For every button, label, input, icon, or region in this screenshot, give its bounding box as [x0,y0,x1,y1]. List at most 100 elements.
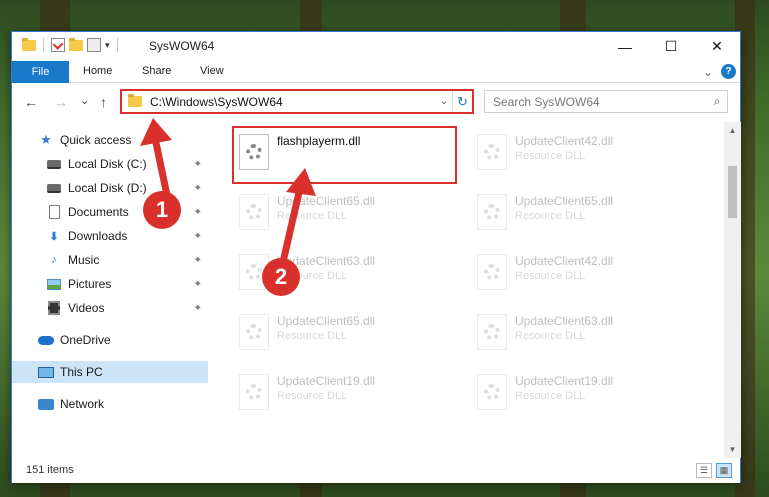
item-count: 151 items [26,464,74,476]
address-bar[interactable]: C:\Windows\SysWOW64 ⌄ ↻ [120,89,474,114]
file-type: Resource DLL [277,210,348,222]
sidebar-item-label: Network [60,397,105,411]
pin-icon[interactable]: ✦ [194,183,202,194]
pin-icon[interactable]: ✦ [194,159,202,170]
file-name: UpdateClient19.dll [277,374,376,388]
sidebar-item-downloads[interactable]: ⬇ Downloads ✦ [12,225,208,247]
list-item[interactable]: UpdateClient19.dll Resource DLL [233,368,463,420]
sidebar-item-pictures[interactable]: Pictures ✦ [12,273,208,295]
folder-icon [128,94,142,107]
dll-file-icon [239,314,269,350]
file-item-flashplayerm[interactable]: flashplayerm.dll [233,128,463,180]
back-arrow-icon[interactable]: ← [24,94,38,110]
ribbon-controls: ⌄ ? [703,64,736,79]
qa-dropdown-icon[interactable]: ▾ [105,40,110,51]
forward-arrow-icon[interactable]: → [54,94,68,110]
scroll-up-icon[interactable]: ▲ [724,122,741,139]
list-item[interactable]: UpdateClient42.dll Resource DLL [471,248,701,300]
disk-icon [46,157,62,171]
minimize-button[interactable]: — [602,32,648,61]
quick-access-toolbar: ▾ [22,37,121,52]
sidebar-item-label: This PC [60,365,103,379]
sidebar-item-this-pc[interactable]: This PC [12,361,208,383]
sidebar-item-local-disk-c[interactable]: Local Disk (C:) ✦ [12,153,208,175]
dll-file-icon [239,374,269,410]
divider [116,38,118,52]
network-icon [38,397,54,411]
recent-locations-icon[interactable]: ⌄ [80,94,89,107]
new-folder-icon[interactable] [69,37,83,51]
list-item[interactable]: UpdateClient65.dll Resource DLL [233,188,463,240]
list-item[interactable]: UpdateClient63.dll Resource DLL [471,308,701,360]
tab-home[interactable]: Home [83,65,112,77]
sidebar-item-quick-access[interactable]: ★ Quick access [12,129,208,151]
star-icon: ★ [40,132,52,147]
list-item[interactable]: UpdateClient65.dll Resource DLL [233,308,463,360]
pin-icon[interactable]: ✦ [194,255,202,266]
explorer-window: ▾ SysWOW64 — ☐ ✕ File Home Share View ⌄ … [11,31,741,483]
file-type: Resource DLL [515,390,586,402]
file-tab[interactable]: File [12,61,69,83]
picture-icon [46,277,62,291]
expand-ribbon-icon[interactable]: ⌄ [703,65,713,79]
sidebar-item-label: Documents [68,205,129,219]
search-box[interactable]: ⌕ [484,90,728,113]
file-type: Resource DLL [277,330,348,342]
list-item[interactable]: UpdateClient19.dll Resource DLL [471,368,701,420]
folder-icon [22,37,36,51]
chevron-down-icon[interactable]: ⌄ [436,96,452,107]
sidebar-item-label: Quick access [60,133,132,147]
refresh-icon[interactable]: ↻ [452,91,472,112]
sidebar-item-onedrive[interactable]: OneDrive [12,329,208,351]
tab-view[interactable]: View [200,65,224,77]
pin-icon[interactable]: ✦ [194,231,202,242]
sidebar-item-local-disk-d[interactable]: Local Disk (D:) ✦ [12,177,208,199]
sidebar-item-network[interactable]: Network [12,393,208,415]
navigation-bar: ← → ⌄ ↑ C:\Windows\SysWOW64 ⌄ ↻ ⌕ [12,84,740,120]
title-bar: ▾ SysWOW64 — ☐ ✕ [12,32,740,61]
disk-icon [46,181,62,195]
sidebar-item-videos[interactable]: Videos ✦ [12,297,208,319]
dll-file-icon [477,254,507,290]
file-type: Resource DLL [277,390,348,402]
list-item[interactable]: UpdateClient42.dll Resource DLL [471,128,701,180]
properties-icon[interactable] [51,38,65,52]
details-view-icon[interactable]: ☰ [696,463,712,478]
cloud-icon [38,333,54,347]
up-arrow-icon[interactable]: ↑ [100,94,107,110]
list-item[interactable]: UpdateClient65.dll Resource DLL [471,188,701,240]
pin-icon[interactable]: ✦ [194,207,202,218]
dll-file-icon [477,134,507,170]
help-icon[interactable]: ? [721,64,736,79]
file-type: Resource DLL [515,150,586,162]
file-type: Resource DLL [515,270,586,282]
vertical-scrollbar[interactable]: ▲ ▼ [724,122,741,458]
window-title: SysWOW64 [149,39,215,53]
search-icon[interactable]: ⌕ [707,94,727,109]
file-name: UpdateClient42.dll [515,254,614,268]
dll-file-icon [239,194,269,230]
pin-icon[interactable]: ✦ [194,279,202,290]
sidebar-item-music[interactable]: ♪ Music ✦ [12,249,208,271]
address-path[interactable]: C:\Windows\SysWOW64 [150,95,436,109]
ribbon: File Home Share View ⌄ ? [12,61,740,83]
sidebar-item-label: Videos [68,301,105,315]
tab-share[interactable]: Share [142,65,171,77]
sidebar-item-label: Music [68,253,100,267]
sidebar-item-label: Local Disk (C:) [68,157,147,171]
scroll-down-icon[interactable]: ▼ [724,441,741,458]
document-icon [46,205,62,219]
close-button[interactable]: ✕ [694,32,740,61]
tiles-view-icon[interactable]: ▦ [716,463,732,478]
customize-icon[interactable] [87,38,101,52]
file-name: UpdateClient63.dll [515,314,614,328]
scroll-thumb[interactable] [728,166,737,218]
view-switcher: ☰ ▦ [696,463,732,478]
dll-file-icon [477,194,507,230]
music-icon: ♪ [51,254,57,266]
sidebar-item-label: Downloads [68,229,128,243]
pin-icon[interactable]: ✦ [194,303,202,314]
maximize-button[interactable]: ☐ [648,32,694,61]
search-input[interactable] [485,94,707,109]
download-icon: ⬇ [49,230,59,243]
